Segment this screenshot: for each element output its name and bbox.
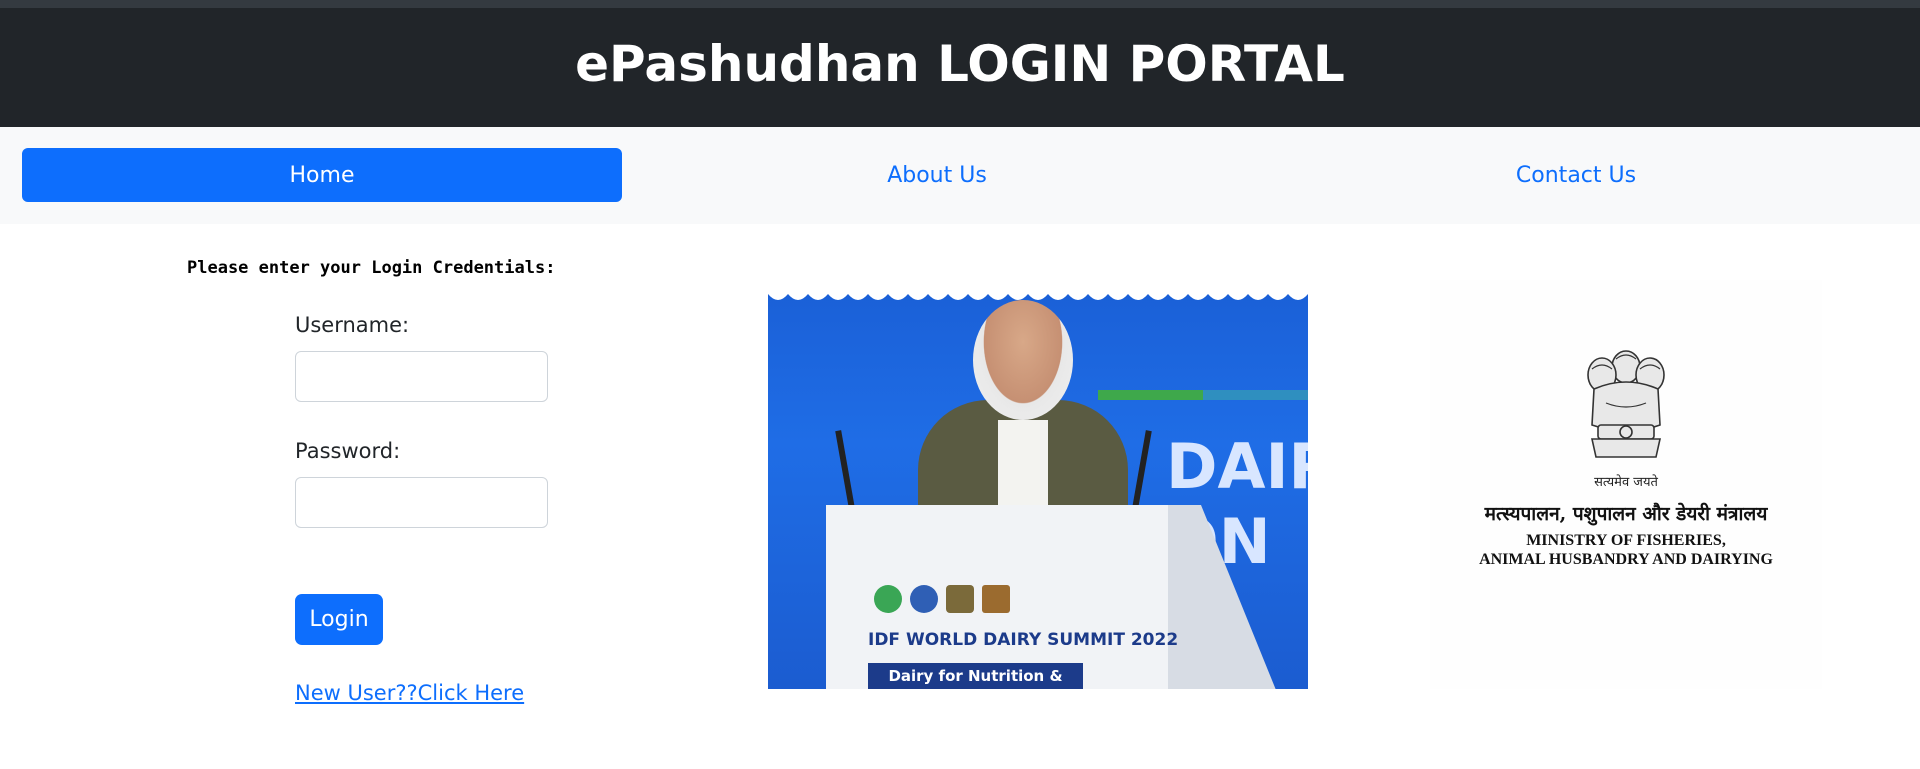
national-emblem-icon bbox=[946, 585, 974, 613]
main-nav: Home About Us Contact Us bbox=[0, 127, 1920, 224]
emblem-motto: सत्यमेव जयते bbox=[1594, 475, 1658, 490]
login-prompt: Please enter your Login Credentials: bbox=[187, 258, 556, 278]
idf-logo-icon bbox=[874, 585, 902, 613]
podium-subtitle: Dairy for Nutrition & Livelihood bbox=[868, 663, 1083, 689]
nav-contact-us[interactable]: Contact Us bbox=[1276, 148, 1876, 202]
username-label: Username: bbox=[295, 313, 410, 337]
podium-logos bbox=[874, 585, 1010, 613]
nav-home[interactable]: Home bbox=[22, 148, 622, 202]
summit-logo-icon bbox=[910, 585, 938, 613]
summit-photo: DAIRY ON & IDF WORLD DAIRY SUMMIT 2022 D… bbox=[768, 280, 1308, 689]
nddb-logo-icon bbox=[982, 585, 1010, 613]
nav-about-us[interactable]: About Us bbox=[637, 148, 1237, 202]
banner-stripe bbox=[1098, 390, 1308, 400]
banner-text-dairy: DAIRY bbox=[1166, 430, 1308, 503]
podium-title: IDF WORLD DAIRY SUMMIT 2022 bbox=[868, 630, 1179, 650]
ministry-name-line-2: ANIMAL HUSBANDRY AND DAIRYING bbox=[1479, 551, 1773, 568]
page-header: ePashudhan LOGIN PORTAL bbox=[0, 8, 1920, 127]
page-title: ePashudhan LOGIN PORTAL bbox=[575, 34, 1345, 93]
top-strip bbox=[0, 0, 1920, 8]
speaker-head bbox=[973, 300, 1073, 420]
ministry-emblem: सत्यमेव जयते मत्स्यपालन, पशुपालन और डेयर… bbox=[1430, 280, 1822, 689]
new-user-register-link[interactable]: New User??Click Here bbox=[295, 681, 524, 705]
lion-capital-icon bbox=[1587, 350, 1665, 458]
ministry-name-line-1: MINISTRY OF FISHERIES, bbox=[1526, 532, 1726, 549]
ministry-name-hindi: मत्स्यपालन, पशुपालन और डेयरी मंत्रालय bbox=[1484, 503, 1768, 525]
login-button[interactable]: Login bbox=[295, 594, 383, 645]
password-label: Password: bbox=[295, 439, 401, 463]
username-input[interactable] bbox=[295, 351, 548, 402]
password-input[interactable] bbox=[295, 477, 548, 528]
